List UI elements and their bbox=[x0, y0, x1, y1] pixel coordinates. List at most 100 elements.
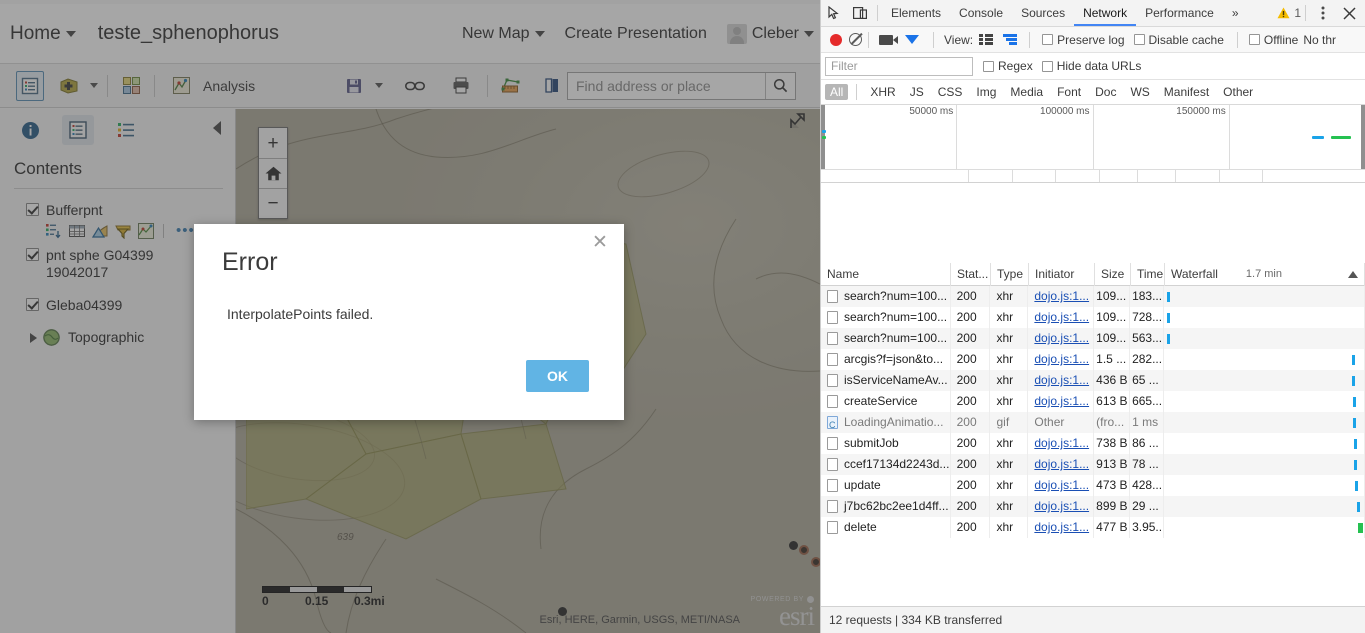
save-menu[interactable] bbox=[337, 71, 384, 101]
type-filter-img[interactable]: Img bbox=[971, 84, 1001, 100]
save-button[interactable] bbox=[337, 71, 371, 101]
add-button[interactable] bbox=[52, 71, 86, 101]
funnel-icon[interactable] bbox=[905, 35, 919, 44]
legend-icon[interactable] bbox=[46, 223, 62, 239]
layer-visibility-checkbox[interactable] bbox=[26, 298, 39, 311]
search-button[interactable] bbox=[765, 72, 795, 99]
table-row[interactable]: search?num=100... 200 xhr dojo.js:1... 109..… bbox=[821, 307, 1365, 328]
sidebar-item-about[interactable] bbox=[14, 115, 46, 145]
expand-map-button[interactable] bbox=[788, 111, 810, 133]
type-filter-font[interactable]: Font bbox=[1052, 84, 1086, 100]
initiator-link[interactable]: dojo.js:1... bbox=[1034, 352, 1089, 366]
map-point[interactable] bbox=[789, 541, 798, 550]
ok-button[interactable]: OK bbox=[526, 360, 589, 392]
initiator-link[interactable]: dojo.js:1... bbox=[1034, 289, 1089, 303]
filter-icon[interactable] bbox=[115, 223, 131, 239]
type-filter-all[interactable]: All bbox=[825, 84, 849, 100]
tab-elements[interactable]: Elements bbox=[882, 0, 950, 26]
preserve-log-checkbox[interactable]: Preserve log bbox=[1042, 33, 1125, 47]
disable-cache-checkbox[interactable]: Disable cache bbox=[1133, 33, 1224, 47]
map-icon[interactable] bbox=[138, 222, 154, 239]
initiator-link[interactable]: dojo.js:1... bbox=[1034, 310, 1089, 324]
type-filter-xhr[interactable]: XHR bbox=[865, 84, 900, 100]
type-filter-doc[interactable]: Doc bbox=[1090, 84, 1121, 100]
type-filter-media[interactable]: Media bbox=[1005, 84, 1048, 100]
table-row[interactable]: createService 200 xhr dojo.js:1... 613 B 665.… bbox=[821, 391, 1365, 412]
waterfall-view-icon[interactable] bbox=[1003, 34, 1018, 45]
share-button[interactable] bbox=[401, 71, 429, 101]
column-initiator[interactable]: Initiator bbox=[1029, 262, 1095, 286]
sidebar-item-legend[interactable] bbox=[110, 115, 142, 145]
column-type[interactable]: Type bbox=[991, 262, 1029, 286]
map-point[interactable] bbox=[811, 557, 820, 567]
analysis-button[interactable]: Analysis bbox=[164, 71, 255, 101]
initiator-link[interactable]: dojo.js:1... bbox=[1034, 373, 1089, 387]
more-tabs-button[interactable]: » bbox=[1223, 0, 1248, 26]
column-time[interactable]: Time bbox=[1131, 262, 1165, 286]
initiator-link[interactable]: dojo.js:1... bbox=[1034, 520, 1089, 534]
initiator-link[interactable]: dojo.js:1... bbox=[1034, 436, 1089, 450]
throttling-select[interactable]: No thr bbox=[1303, 33, 1336, 47]
regex-checkbox[interactable]: Regex bbox=[983, 59, 1033, 73]
initiator-link[interactable]: dojo.js:1... bbox=[1034, 478, 1089, 492]
tab-console[interactable]: Console bbox=[950, 0, 1012, 26]
layer-visibility-checkbox[interactable] bbox=[26, 203, 39, 216]
zoom-out-button[interactable]: − bbox=[259, 188, 287, 218]
type-filter-ws[interactable]: WS bbox=[1125, 84, 1154, 100]
table-row[interactable]: LoadingAnimatio... 200gifOther(fro...1 ms bbox=[821, 412, 1365, 433]
tab-sources[interactable]: Sources bbox=[1012, 0, 1074, 26]
collapse-sidebar-button[interactable] bbox=[212, 120, 223, 141]
table-row[interactable]: update 200 xhr dojo.js:1... 473 B 428... bbox=[821, 475, 1365, 496]
search-input[interactable] bbox=[568, 72, 765, 99]
kebab-menu-icon[interactable] bbox=[1310, 0, 1336, 26]
symbology-icon[interactable] bbox=[91, 223, 108, 239]
type-filter-other[interactable]: Other bbox=[1218, 84, 1258, 100]
table-row[interactable]: isServiceNameAv... 200 xhr dojo.js:1... 436 … bbox=[821, 370, 1365, 391]
tab-network[interactable]: Network bbox=[1074, 0, 1136, 26]
initiator-link[interactable]: dojo.js:1... bbox=[1034, 457, 1089, 471]
type-filter-css[interactable]: CSS bbox=[933, 84, 968, 100]
initiator-link[interactable]: dojo.js:1... bbox=[1034, 394, 1089, 408]
table-row[interactable]: search?num=100... 200 xhr dojo.js:1... 109..… bbox=[821, 286, 1365, 307]
column-name[interactable]: Name bbox=[821, 262, 951, 286]
filter-input[interactable] bbox=[825, 56, 973, 76]
table-row[interactable]: submitJob 200 xhr dojo.js:1... 738 B 86 ... bbox=[821, 433, 1365, 454]
home-menu[interactable]: Home bbox=[10, 23, 76, 45]
overview-right-handle[interactable] bbox=[1361, 105, 1365, 169]
zoom-in-button[interactable]: + bbox=[259, 128, 287, 158]
record-icon[interactable] bbox=[830, 33, 842, 46]
table-row[interactable]: delete 200 xhr dojo.js:1... 477 B 3.95... bbox=[821, 517, 1365, 538]
table-row[interactable]: arcgis?f=json&to... 200 xhr dojo.js:1... 1.5… bbox=[821, 349, 1365, 370]
chevron-right-icon[interactable] bbox=[30, 332, 37, 343]
device-toolbar-button[interactable] bbox=[847, 0, 873, 26]
basemap-button[interactable] bbox=[117, 71, 145, 101]
type-filter-js[interactable]: JS bbox=[905, 84, 929, 100]
inspect-element-button[interactable] bbox=[821, 0, 847, 26]
table-row[interactable]: ccef17134d2243d... 200 xhr dojo.js:1... 913 … bbox=[821, 454, 1365, 475]
table-row[interactable]: j7bc62bc2ee1d4ff... 200 xhr dojo.js:1... 899… bbox=[821, 496, 1365, 517]
layer-visibility-checkbox[interactable] bbox=[26, 248, 39, 261]
initiator-link[interactable]: dojo.js:1... bbox=[1034, 331, 1089, 345]
column-size[interactable]: Size bbox=[1095, 262, 1131, 286]
print-button[interactable] bbox=[447, 71, 475, 101]
measure-button[interactable] bbox=[497, 71, 525, 101]
close-icon[interactable]: ✕ bbox=[590, 233, 610, 253]
new-map-menu[interactable]: New Map bbox=[462, 25, 545, 43]
home-button[interactable] bbox=[259, 158, 287, 188]
map-point[interactable] bbox=[799, 545, 809, 555]
tab-performance[interactable]: Performance bbox=[1136, 0, 1223, 26]
table-row[interactable]: search?num=100... 200 xhr dojo.js:1... 109..… bbox=[821, 328, 1365, 349]
sidebar-item-contents[interactable] bbox=[62, 115, 94, 145]
more-icon[interactable]: ••• bbox=[176, 222, 195, 239]
warning-indicator[interactable]: 1 bbox=[1277, 6, 1301, 20]
close-icon[interactable] bbox=[1336, 0, 1362, 26]
hide-data-urls-checkbox[interactable]: Hide data URLs bbox=[1041, 59, 1141, 73]
column-status[interactable]: Stat... bbox=[951, 262, 991, 286]
user-menu[interactable]: Cleber bbox=[726, 23, 814, 44]
list-view-icon[interactable] bbox=[979, 34, 994, 45]
column-waterfall[interactable]: Waterfall 1.7 min bbox=[1165, 262, 1365, 286]
camera-icon[interactable] bbox=[879, 34, 898, 45]
offline-checkbox[interactable]: Offline bbox=[1248, 33, 1298, 47]
type-filter-manifest[interactable]: Manifest bbox=[1159, 84, 1214, 100]
clear-icon[interactable] bbox=[849, 33, 862, 46]
